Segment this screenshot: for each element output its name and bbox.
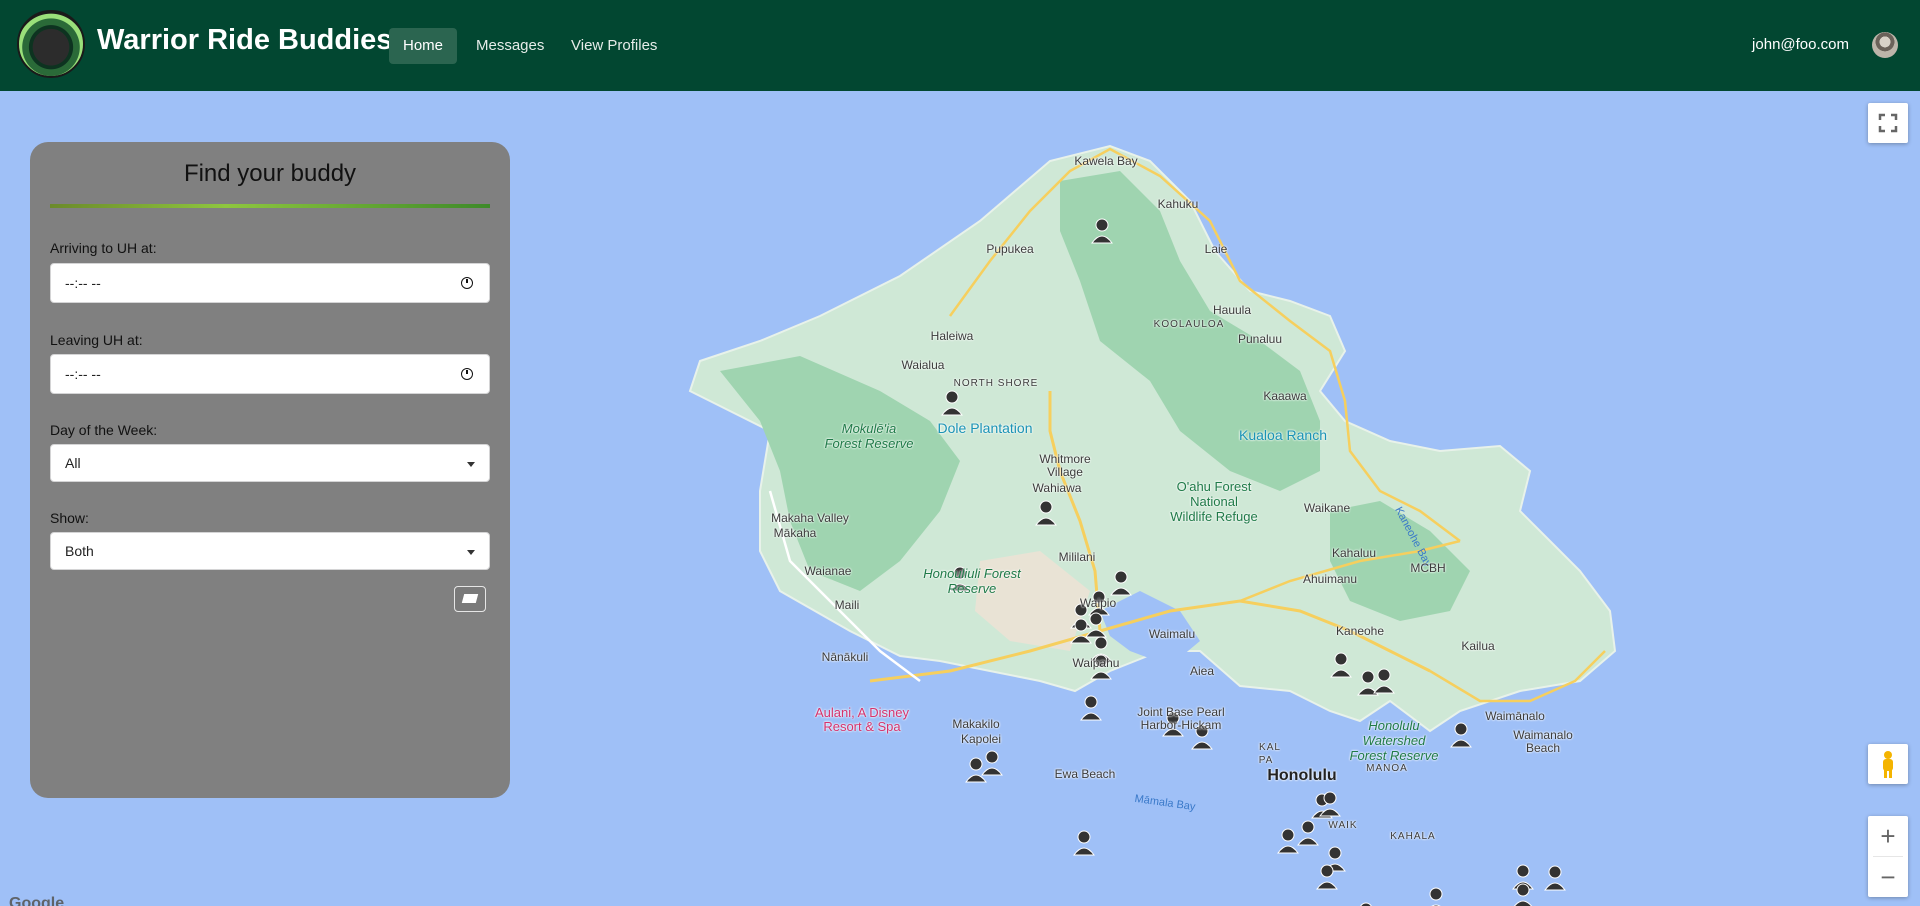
panel-title: Find your buddy (183, 160, 357, 187)
map-label: Waikane (1303, 501, 1351, 515)
zoom-control: + − (1868, 816, 1908, 897)
brand-logo[interactable] (17, 10, 85, 78)
leaving-time-input[interactable]: --:-- -- (50, 354, 490, 394)
map-label: Mākaha (773, 526, 817, 540)
user-marker-icon (1080, 695, 1102, 721)
nav-home-link[interactable]: Home (389, 28, 458, 64)
navbar: Warrior Ride Buddies Home Messages View … (0, 0, 1920, 91)
map-label: NORTH SHORE (953, 378, 1039, 389)
zoom-out-button[interactable]: − (1868, 857, 1908, 897)
aulani-resort-label[interactable]: Aulani, A Disney Resort & Spa (802, 706, 922, 734)
map-label: Makakilo (952, 717, 1000, 731)
map-label: Waimānalo (1485, 709, 1545, 723)
map-label: Pupukea (986, 242, 1034, 256)
map-label: Waialua (901, 358, 945, 372)
map-label: Laie (1204, 242, 1228, 256)
find-buddy-panel: Find your buddy Arriving to UH at: --:--… (30, 142, 510, 798)
clear-filters-button[interactable] (454, 586, 486, 612)
map-label: MCBH (1410, 561, 1446, 575)
user-marker-icon (1297, 820, 1319, 846)
map-label: Mokulē'ia Forest Reserve (824, 421, 914, 451)
arriving-time-value: --:-- -- (65, 275, 101, 291)
day-of-week-value: All (65, 455, 81, 471)
map-label: Makaha Valley (771, 511, 849, 525)
map-label: Kahaluu (1331, 546, 1377, 560)
map-label: MANOA (1366, 763, 1408, 774)
user-avatar[interactable] (1872, 32, 1898, 58)
map-label: KOOLAULOA (1153, 319, 1225, 330)
user-marker-icon (1429, 887, 1443, 906)
google-logo[interactable]: Google (9, 895, 64, 906)
user-marker-icon (965, 757, 987, 783)
leaving-time-value: --:-- -- (65, 366, 101, 382)
map-label: O'ahu Forest National Wildlife Refuge (1170, 479, 1258, 524)
user-marker-icon (1277, 828, 1299, 854)
map-label: Kahuku (1157, 197, 1199, 211)
dropdown-caret-icon (467, 550, 475, 555)
pegman-icon (1883, 751, 1893, 778)
dole-plantation-label[interactable]: Dole Plantation (938, 420, 1033, 436)
map-label: Mililani (1058, 550, 1096, 564)
map-label: KAHALA (1390, 831, 1436, 842)
map-label: Kailua (1461, 639, 1495, 653)
day-of-week-select[interactable]: All (50, 444, 490, 482)
map-label: Kaaawa (1263, 389, 1307, 403)
map-label-honolulu: Honolulu (1267, 767, 1337, 784)
map-label: Joint Base Pearl Harbor-Hickam (1137, 705, 1225, 732)
user-marker-icon (1544, 865, 1566, 891)
map-label: Waianae (804, 564, 852, 578)
clock-icon[interactable] (461, 277, 473, 289)
map-label: Whitmore Village (1039, 452, 1091, 479)
fullscreen-button[interactable] (1868, 103, 1908, 143)
show-value: Both (65, 543, 94, 559)
map-label: Kawela Bay (1074, 154, 1138, 168)
map-label: Honolulu Watershed Forest Reserve (1349, 718, 1439, 763)
map-label: Nānākuli (821, 650, 869, 664)
user-marker-icon (1450, 722, 1472, 748)
dropdown-caret-icon (467, 462, 475, 467)
map-label: Punaluu (1237, 332, 1283, 346)
user-email[interactable]: john@foo.com (1752, 36, 1849, 53)
map-label: Haleiwa (930, 329, 974, 343)
panel-divider (50, 204, 490, 208)
user-marker-icon (981, 750, 1003, 776)
map-label: Aiea (1189, 664, 1215, 678)
map-label: PA (1258, 755, 1274, 766)
eraser-icon (461, 594, 479, 603)
user-marker-icon (1073, 830, 1095, 856)
clock-icon[interactable] (461, 368, 473, 380)
nav-messages-link[interactable]: Messages (462, 28, 558, 64)
arriving-time-input[interactable]: --:-- -- (50, 263, 490, 303)
map-label: KAL (1259, 742, 1281, 753)
map-label: Ewa Beach (1054, 767, 1116, 781)
show-select[interactable]: Both (50, 532, 490, 570)
map-label: Wahiawa (1032, 481, 1082, 495)
map-label: Waimalu (1148, 627, 1196, 641)
map-label: Waimanalo Beach (1513, 728, 1573, 755)
street-view-pegman-button[interactable] (1868, 744, 1908, 784)
map-label: Kaneohe (1335, 624, 1385, 638)
map-label: Ahuimanu (1302, 572, 1358, 586)
zoom-in-button[interactable]: + (1868, 816, 1908, 856)
map-label: Waipahu (1072, 656, 1120, 670)
arriving-label: Arriving to UH at: (50, 240, 157, 256)
nav-view-profiles-link[interactable]: View Profiles (557, 28, 671, 64)
day-of-week-label: Day of the Week: (50, 422, 158, 438)
brand-title[interactable]: Warrior Ride Buddies (97, 24, 392, 57)
map-label: WAIK (1328, 820, 1358, 831)
map-label: Hauula (1212, 303, 1252, 317)
show-label: Show: (50, 510, 89, 526)
kualoa-ranch-label[interactable]: Kualoa Ranch (1239, 427, 1327, 443)
fullscreen-icon (1878, 113, 1898, 133)
leaving-label: Leaving UH at: (50, 332, 143, 348)
map-label: Honouliuli Forest Reserve (923, 566, 1021, 596)
map-label: Waipio (1079, 596, 1117, 610)
map-label: Kapolei (960, 732, 1002, 746)
map-label: Maili (834, 598, 860, 612)
